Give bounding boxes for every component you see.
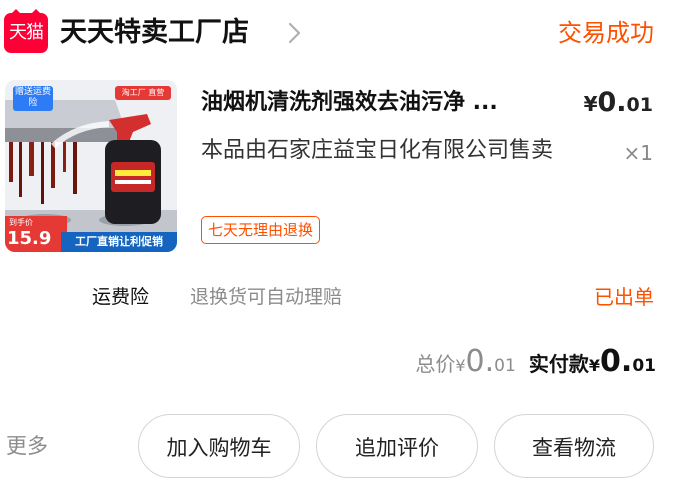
total-price-label: 总价: [415, 352, 456, 376]
image-price-label: 到手价: [9, 218, 33, 227]
total-price-decimal: 01: [494, 356, 516, 376]
shipping-insurance-label: 运费险: [92, 286, 150, 308]
insurance-status: 已出单: [594, 285, 654, 309]
tmall-logo: 天猫: [4, 9, 48, 53]
chevron-right-icon[interactable]: [284, 21, 306, 45]
add-review-button[interactable]: 追加评价: [316, 414, 478, 478]
view-logistics-button[interactable]: 查看物流: [494, 414, 654, 478]
trade-status: 交易成功: [558, 19, 654, 47]
product-quantity: ×1: [623, 141, 653, 165]
paid-amount-integer: 0.: [600, 344, 633, 379]
price-decimal: 01: [626, 94, 653, 116]
price-integer: 0.: [597, 87, 627, 118]
paid-amount-currency: ¥: [588, 356, 601, 375]
shipping-insurance-desc: 退换货可自动理赔: [190, 286, 343, 308]
image-price-tag: 到手价 15.9: [5, 216, 67, 252]
shipping-insurance-badge: 赠送运费险: [13, 86, 53, 111]
total-price-currency: ¥: [455, 356, 466, 375]
price-currency: ¥: [583, 92, 598, 116]
return-policy-tag: 七天无理由退换: [201, 216, 321, 244]
add-to-cart-button[interactable]: 加入购物车: [138, 414, 300, 478]
total-price-integer: 0.: [465, 344, 495, 379]
factory-badge: 淘工厂 直营: [115, 86, 171, 100]
order-totals: 总价¥0.01 实付款¥0.01: [415, 342, 656, 386]
paid-amount-label: 实付款: [528, 352, 589, 376]
shop-name[interactable]: 天天特卖工厂店: [60, 12, 249, 54]
more-link[interactable]: 更多: [6, 428, 48, 464]
paid-amount-decimal: 01: [632, 356, 656, 376]
product-image[interactable]: 赠送运费险 淘工厂 直营 到手价 15.9 工厂直销让利促销: [5, 80, 177, 252]
product-price: ¥0.01: [584, 85, 653, 124]
seller-note: 本品由石家庄益宝日化有限公司售卖: [201, 138, 554, 163]
image-price-value: 15.9: [7, 228, 52, 249]
image-promo-banner: 工厂直销让利促销: [61, 232, 177, 252]
product-title[interactable]: 油烟机清洗剂强效去油污净 ...: [201, 85, 566, 121]
